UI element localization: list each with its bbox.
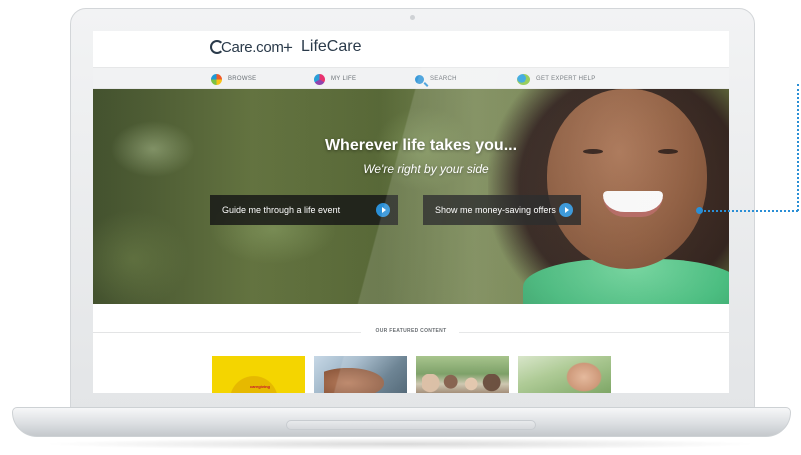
thumbnail-photo-hand — [566, 362, 602, 392]
nav-item-label: GET EXPERT HELP — [536, 76, 596, 82]
callout-dot — [696, 207, 703, 214]
featured-thumbnail-hands[interactable] — [314, 356, 407, 393]
thumbnail-photo-family — [422, 374, 504, 393]
chat-bubbles-icon — [517, 73, 530, 85]
callout-line-vertical — [797, 84, 799, 211]
nav-item-my-life[interactable]: MY LIFE — [314, 72, 356, 86]
callout-line-horizontal — [700, 210, 798, 212]
hero-title: Wherever life takes you... — [324, 137, 518, 154]
divider — [459, 332, 729, 333]
petals-icon — [314, 73, 325, 85]
featured-thumbnail-family[interactable] — [416, 356, 509, 393]
life-event-button-label: Guide me through a life event — [222, 205, 341, 215]
brand-bar: Care.com + LifeCare — [93, 31, 729, 67]
play-arrow-icon — [376, 203, 390, 217]
featured-thumbnail-caregiving[interactable]: caregiving — [212, 356, 305, 393]
lifecare-logo[interactable]: LifeCare — [301, 38, 361, 56]
nav-item-label: BROWSE — [228, 76, 257, 82]
nav-item-get-expert-help[interactable]: GET EXPERT HELP — [517, 72, 596, 86]
nav-item-label: SEARCH — [430, 76, 457, 82]
thumbnail-photo-hands — [324, 368, 384, 393]
nav-item-search[interactable]: SEARCH — [415, 72, 457, 86]
care-logo-text: Care.com — [221, 39, 284, 56]
hero-banner: Wherever life takes you... We're right b… — [93, 89, 729, 304]
search-icon — [415, 74, 424, 84]
logo-plus-sign: + — [283, 38, 293, 57]
hero-subtitle: We're right by your side — [363, 162, 489, 176]
compass-icon — [211, 73, 222, 85]
laptop-shadow — [40, 438, 760, 450]
nav-item-browse[interactable]: BROWSE — [211, 72, 256, 86]
money-saving-offers-button-label: Show me money-saving offers — [435, 205, 556, 215]
webcam — [410, 15, 415, 20]
money-saving-offers-button[interactable]: Show me money-saving offers — [423, 195, 581, 225]
play-arrow-icon — [559, 203, 573, 217]
laptop-hinge-notch — [286, 420, 536, 430]
featured-thumbnail-outdoors[interactable] — [518, 356, 611, 393]
care-logo[interactable]: Care.com — [210, 39, 284, 56]
featured-content-title: OUR FEATURED CONTENT — [375, 328, 447, 334]
main-nav: BROWSE MY LIFE SEARCH GET EXPERT HELP — [93, 67, 729, 89]
nav-item-label: MY LIFE — [331, 76, 357, 82]
featured-content-heading: OUR FEATURED CONTENT — [93, 328, 729, 338]
life-event-button[interactable]: Guide me through a life event — [210, 195, 398, 225]
hero-overlay — [93, 89, 729, 304]
thumbnail-caption: caregiving — [249, 384, 270, 389]
laptop-screen: Care.com + LifeCare BROWSE MY LIFE SEARC… — [93, 31, 729, 393]
